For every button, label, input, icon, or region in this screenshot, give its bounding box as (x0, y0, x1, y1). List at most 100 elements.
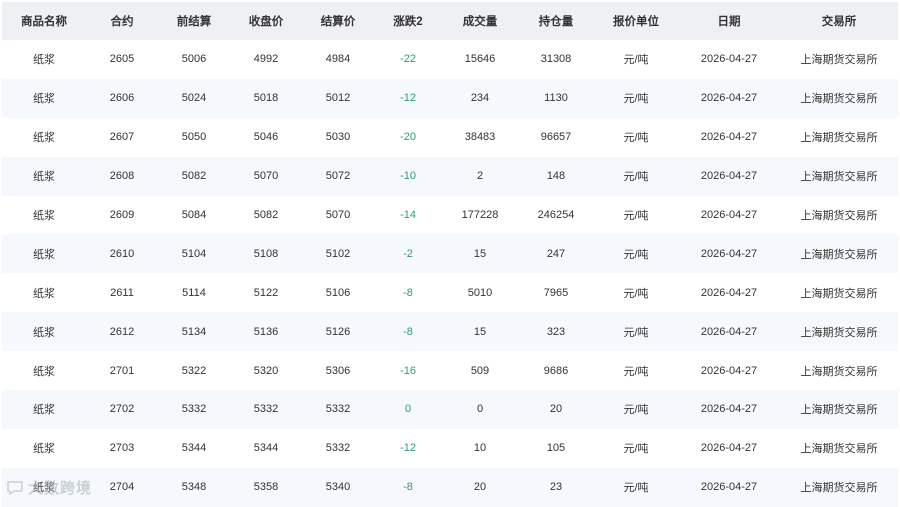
cell-close-price: 5122 (253, 286, 279, 299)
cell-volume: 234 (470, 92, 490, 105)
table-row[interactable]: 纸浆 2606 5024 5018 5012 -12 234 1130 元/吨 2026-04-2… (2, 78, 898, 118)
table-row[interactable]: 纸浆 2607 5050 5046 5030 -20 38483 96657 元/吨 2026-0… (2, 117, 898, 157)
cell-change: -10 (400, 170, 416, 183)
cell-date: 2026-04-27 (700, 325, 758, 338)
table-body: 纸浆 2605 5006 4992 4984 -22 15646 31308 元/吨 2026-0… (2, 40, 898, 507)
cell-settlement-price: 5070 (325, 209, 351, 221)
header-quote-unit[interactable]: 报价单位 (594, 2, 678, 40)
cell-volume: 38483 (464, 131, 496, 144)
cell-volume: 10 (473, 442, 487, 455)
cell-product-name: 纸浆 (33, 171, 55, 184)
cell-contract: 2701 (109, 364, 135, 377)
cell-quote-unit: 元/吨 (623, 248, 649, 261)
cell-change: -12 (400, 92, 416, 105)
cell-exchange: 上海期货交易所 (800, 404, 878, 417)
table-row[interactable]: 纸浆 2701 5322 5320 5306 -16 509 9686 元/吨 2026-04-2… (2, 351, 898, 391)
cell-settlement-price: 5030 (325, 131, 351, 144)
header-exchange[interactable]: 交易所 (780, 2, 898, 40)
cell-exchange: 上海期货交易所 (800, 287, 878, 300)
cell-close-price: 5108 (253, 247, 279, 260)
header-change[interactable]: 涨跌2 (374, 2, 442, 40)
cell-date: 2026-04-27 (700, 209, 758, 221)
cell-exchange: 上海期货交易所 (800, 248, 878, 261)
cell-prev-settlement: 5134 (181, 325, 207, 338)
cell-product-name: 纸浆 (33, 132, 55, 145)
cell-product-name: 纸浆 (33, 248, 55, 261)
cell-exchange: 上海期货交易所 (800, 326, 878, 339)
futures-quote-table: 商品名称 合约 前结算 收盘价 结算价 涨跌2 成交量 持仓量 报价单位 日期 … (2, 2, 898, 507)
cell-exchange: 上海期货交易所 (800, 93, 878, 106)
cell-date: 2026-04-27 (700, 92, 758, 105)
table-row[interactable]: 纸浆 2605 5006 4992 4984 -22 15646 31308 元/吨 2026-0… (2, 40, 898, 79)
cell-open-interest: 148 (546, 170, 566, 183)
table-row[interactable]: 纸浆 2609 5084 5082 5070 -14 177228 246254 元/吨 2026… (2, 195, 898, 235)
cell-open-interest: 23 (549, 481, 563, 494)
cell-prev-settlement: 5114 (182, 286, 206, 299)
header-volume[interactable]: 成交量 (442, 2, 518, 40)
cell-close-price: 5082 (253, 209, 279, 221)
cell-contract: 2703 (109, 442, 135, 455)
cell-quote-unit: 元/吨 (623, 365, 649, 378)
table-row[interactable]: 纸浆 2610 5104 5108 5102 -2 15 247 元/吨 2026-04-27 上海… (2, 234, 898, 274)
cell-quote-unit: 元/吨 (623, 482, 649, 495)
cell-quote-unit: 元/吨 (623, 210, 649, 222)
cell-volume: 5010 (467, 286, 493, 299)
cell-settlement-price: 5332 (325, 403, 351, 416)
cell-change: -20 (400, 131, 416, 144)
table-header-row: 商品名称 合约 前结算 收盘价 结算价 涨跌2 成交量 持仓量 报价单位 日期 … (2, 2, 898, 40)
cell-close-price: 5046 (253, 131, 279, 144)
cell-exchange: 上海期货交易所 (800, 54, 878, 67)
cell-prev-settlement: 5006 (181, 53, 207, 66)
cell-product-name: 纸浆 (33, 443, 55, 456)
cell-settlement-price: 5072 (325, 170, 351, 183)
table-row[interactable]: 纸浆 2703 5344 5344 5332 -12 10 105 元/吨 2026-04-27 上… (2, 428, 898, 468)
table-row[interactable]: 纸浆 2608 5082 5070 5072 -10 2 148 元/吨 2026-04-27 上海… (2, 156, 898, 196)
cell-settlement-price: 5306 (325, 364, 351, 377)
header-settlement-price[interactable]: 结算价 (302, 2, 374, 40)
cell-product-name: 纸浆 (33, 93, 55, 106)
cell-contract: 2612 (109, 325, 135, 338)
cell-quote-unit: 元/吨 (623, 171, 649, 184)
cell-open-interest: 96657 (540, 131, 572, 144)
cell-open-interest: 9686 (543, 364, 569, 377)
cell-date: 2026-04-27 (700, 170, 758, 183)
cell-volume: 509 (470, 364, 490, 377)
cell-prev-settlement: 5050 (181, 131, 207, 144)
cell-product-name: 纸浆 (33, 404, 55, 417)
cell-change: -8 (403, 481, 413, 494)
cell-contract: 2607 (109, 131, 135, 144)
cell-quote-unit: 元/吨 (623, 404, 649, 417)
cell-close-price: 5136 (253, 325, 279, 338)
cell-prev-settlement: 5084 (181, 209, 207, 221)
cell-product-name: 纸浆 (33, 54, 55, 67)
cell-contract: 2702 (109, 403, 135, 416)
cell-date: 2026-04-27 (700, 131, 758, 144)
header-product-name[interactable]: 商品名称 (2, 2, 86, 40)
table-row[interactable]: 纸浆 2611 5114 5122 5106 -8 5010 7965 元/吨 2026-04-2… (2, 273, 898, 313)
cell-change: -14 (400, 209, 416, 221)
cell-date: 2026-04-27 (700, 53, 758, 66)
cell-settlement-price: 5332 (325, 442, 351, 455)
cell-exchange: 上海期货交易所 (800, 482, 878, 495)
cell-volume: 15646 (464, 53, 496, 66)
table-row[interactable]: 纸浆 2702 5332 5332 5332 0 0 20 元/吨 2026-04-27 上海期货交… (2, 390, 898, 429)
cell-date: 2026-04-27 (700, 481, 758, 494)
cell-close-price: 5320 (253, 364, 279, 377)
header-open-interest[interactable]: 持仓量 (518, 2, 594, 40)
cell-close-price: 5332 (253, 403, 279, 416)
cell-volume: 177228 (461, 209, 499, 221)
header-close-price[interactable]: 收盘价 (230, 2, 302, 40)
header-prev-settlement[interactable]: 前结算 (158, 2, 230, 40)
cell-contract: 2610 (109, 247, 135, 260)
cell-change: -22 (400, 53, 416, 66)
cell-prev-settlement: 5322 (181, 364, 207, 377)
cell-date: 2026-04-27 (700, 403, 758, 416)
cell-prev-settlement: 5104 (181, 247, 207, 260)
table-row[interactable]: 纸浆 2612 5134 5136 5126 -8 15 323 元/吨 2026-04-27 上海… (2, 312, 898, 352)
cell-open-interest: 1130 (544, 92, 568, 105)
cell-contract: 2609 (109, 209, 135, 221)
header-contract[interactable]: 合约 (86, 2, 158, 40)
table-row[interactable]: 纸浆 2704 5348 5358 5340 -8 20 23 元/吨 2026-04-27 上海期… (2, 467, 898, 507)
header-date[interactable]: 日期 (678, 2, 780, 40)
cell-exchange: 上海期货交易所 (800, 365, 878, 378)
